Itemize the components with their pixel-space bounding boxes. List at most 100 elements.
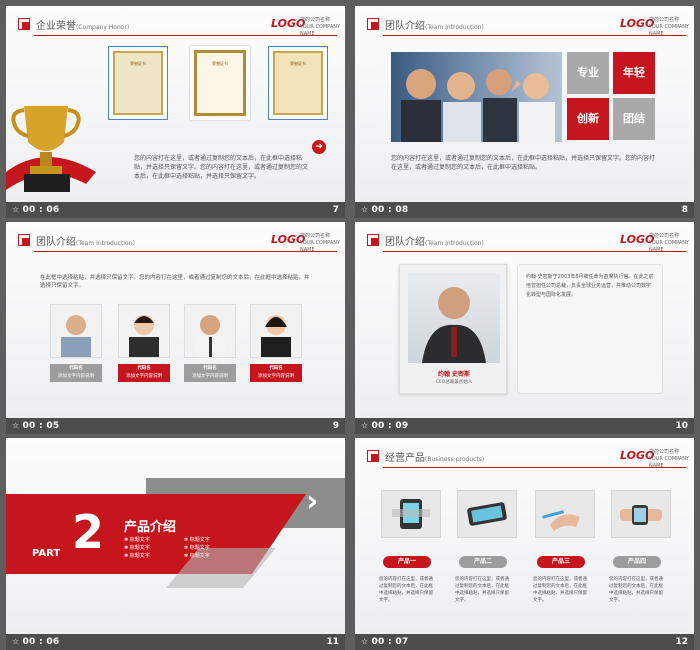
member-card-1: 代码名 添加文字内容说明 (50, 364, 102, 382)
product-desc-2: 您的内容打在这里，或者通过复制您的文本后，在此框中选择粘贴，并选择只保留文字。 (455, 577, 509, 603)
slide-footer: ☆ 00 : 06 7 (6, 202, 345, 218)
slide-number: 11 (326, 637, 339, 647)
star-icon: ☆ (12, 421, 20, 430)
slide-title: 团队介绍(Team Introduction) (385, 21, 484, 32)
product-image-2 (457, 490, 517, 538)
header-mark (18, 18, 30, 30)
company-name: 您的公司名称 YOUR COMPANY NAME (300, 233, 341, 253)
slide-thumbnail-9[interactable]: 团队介绍(Team Introduction) LOGO 您的公司名称 YOUR … (6, 222, 345, 434)
slide-footer: ☆ 00 : 08 8 (355, 202, 694, 218)
slide-canvas: 团队介绍(Team Introduction) LOGO 您的公司名称 YOUR … (355, 222, 694, 418)
bullet-item: ✻ 标题文字 (124, 537, 150, 543)
company-name: 您的公司名称 YOUR COMPANY NAME (649, 17, 690, 37)
member-card-2: 代码名 添加文字内容说明 (118, 364, 170, 382)
member-card-3: 代码名 添加文字内容说明 (184, 364, 236, 382)
slide-footer: ☆ 00 : 09 10 (355, 418, 694, 434)
star-icon: ☆ (12, 205, 20, 214)
header-mark (367, 450, 379, 462)
company-name: 您的公司名称 YOUR COMPANY NAME (300, 17, 341, 37)
next-arrow-button[interactable]: ➔ (312, 140, 326, 154)
body-text: 在此框中选择粘贴，并选择只保留文字。您的内容打在这里，或者通过复制您的文本后，在… (40, 275, 310, 289)
slide-thumbnail-12[interactable]: 经营产品(Business products) LOGO 您的公司名称 YOUR … (355, 438, 694, 650)
slide-number: 9 (332, 421, 339, 431)
transition-time: ☆ 00 : 06 (12, 637, 60, 647)
profile-card: 约翰 史密斯 CEO总裁兼创始人 (399, 264, 507, 394)
product-image-1 (381, 490, 441, 538)
product-label-2: 产品二 (459, 556, 507, 568)
product-image-4 (611, 490, 671, 538)
header-rule (34, 35, 337, 36)
certificate-3: 荣誉证书 (268, 46, 328, 120)
slide-number: 7 (332, 205, 339, 215)
product-desc-4: 您的内容打在这里，或者通过复制您的文本后，在此框中选择粘贴，并选择只保留文字。 (609, 577, 663, 603)
bullet-item: ✻ 标题文字 (184, 553, 210, 559)
header-rule (383, 467, 686, 468)
slide-thumbnail-8[interactable]: 团队介绍(Team Introduction) LOGO 您的公司名称 YOUR … (355, 6, 694, 218)
tag-innovation: 创新 (567, 98, 609, 140)
header-mark (367, 234, 379, 246)
transition-time: ☆ 00 : 07 (361, 637, 409, 647)
slide-footer: ☆ 00 : 05 9 (6, 418, 345, 434)
team-photo (391, 52, 562, 142)
part-label: PART (32, 548, 61, 559)
star-icon: ☆ (12, 637, 20, 646)
product-label-3: 产品三 (537, 556, 585, 568)
slide-thumbnail-11[interactable]: › PART 2 产品介绍 ✻ 标题文字 ✻ 标题文字 ✻ 标题文字 ✻ 标题文… (6, 438, 345, 650)
next-chevron-icon: › (306, 484, 319, 519)
member-card-4: 代码名 添加文字内容说明 (250, 364, 302, 382)
transition-time: ☆ 00 : 08 (361, 205, 409, 215)
tag-young: 年轻 (613, 52, 655, 94)
slide-canvas: 企业荣誉(Company Honor) LOGO 您的公司名称 YOUR COMP… (6, 6, 345, 202)
product-label-4: 产品四 (613, 556, 661, 568)
header-rule (383, 251, 686, 252)
bullet-item: ✻ 标题文字 (184, 545, 210, 551)
bullet-item: ✻ 标题文字 (184, 537, 210, 543)
slide-title: 企业荣誉(Company Honor) (36, 21, 130, 32)
star-icon: ☆ (361, 637, 369, 646)
header-rule (34, 251, 337, 252)
section-title: 产品介绍 (124, 520, 177, 535)
body-text: 您的内容打在这里，或者通过复制您的文本后，在此框中选择粘贴，并选择只保留文字。您… (391, 155, 656, 171)
slide-canvas: 团队介绍(Team Introduction) LOGO 您的公司名称 YOUR … (6, 222, 345, 418)
product-image-3 (535, 490, 595, 538)
bio-panel: 约翰·史密斯于2003年8月被任命为首席执行官。在此之前他曾担任公司总裁，负责全… (517, 264, 663, 394)
member-photo-2 (118, 304, 170, 358)
trophy-image (6, 102, 116, 202)
slide-title: 经营产品(Business products) (385, 453, 485, 464)
ceo-photo (408, 273, 500, 363)
slide-number: 10 (675, 421, 688, 431)
header-mark (367, 18, 379, 30)
star-icon: ☆ (361, 205, 369, 214)
member-photo-4 (250, 304, 302, 358)
certificate-2: 荣誉证书 (190, 46, 250, 120)
product-desc-1: 您的内容打在这里，或者通过复制您的文本后，在此框中选择粘贴，并选择只保留文字。 (379, 577, 433, 603)
slide-canvas: 经营产品(Business products) LOGO 您的公司名称 YOUR … (355, 438, 694, 634)
transition-time: ☆ 00 : 05 (12, 421, 60, 431)
transition-time: ☆ 00 : 09 (361, 421, 409, 431)
tag-professional: 专业 (567, 52, 609, 94)
body-text: 您的内容打在这里，或者通过复制您的文本后，在此框中选择粘贴，并选择只保留文字。您… (134, 155, 309, 180)
certificate-1: 荣誉证书 (108, 46, 168, 120)
part-number: 2 (72, 505, 105, 559)
slide-number: 8 (681, 205, 688, 215)
tag-unity: 团结 (613, 98, 655, 140)
member-photo-3 (184, 304, 236, 358)
transition-time: ☆ 00 : 06 (12, 205, 60, 215)
section-bullets: ✻ 标题文字 ✻ 标题文字 ✻ 标题文字 ✻ 标题文字 ✻ 标题文字 ✻ 标题文… (124, 536, 244, 560)
ceo-name: 约翰 史密斯 (437, 371, 471, 378)
slide-thumbnail-10[interactable]: 团队介绍(Team Introduction) LOGO 您的公司名称 YOUR … (355, 222, 694, 434)
member-photo-1 (50, 304, 102, 358)
slide-number: 12 (675, 637, 688, 647)
bio-text: 约翰·史密斯于2003年8月被任命为首席执行官。在此之前他曾担任公司总裁，负责全… (526, 274, 654, 298)
slide-thumbnail-7[interactable]: 企业荣誉(Company Honor) LOGO 您的公司名称 YOUR COMP… (6, 6, 345, 218)
slide-title: 团队介绍(Team Introduction) (36, 237, 135, 248)
slide-canvas: › PART 2 产品介绍 ✻ 标题文字 ✻ 标题文字 ✻ 标题文字 ✻ 标题文… (6, 438, 345, 634)
header-mark (18, 234, 30, 246)
slide-canvas: 团队介绍(Team Introduction) LOGO 您的公司名称 YOUR … (355, 6, 694, 202)
header-rule (383, 35, 686, 36)
slide-title: 团队介绍(Team Introduction) (385, 237, 484, 248)
company-name: 您的公司名称 YOUR COMPANY NAME (649, 233, 690, 253)
product-label-1: 产品一 (383, 556, 431, 568)
bullet-item: ✻ 标题文字 (124, 545, 150, 551)
company-name: 您的公司名称 YOUR COMPANY NAME (649, 449, 690, 469)
